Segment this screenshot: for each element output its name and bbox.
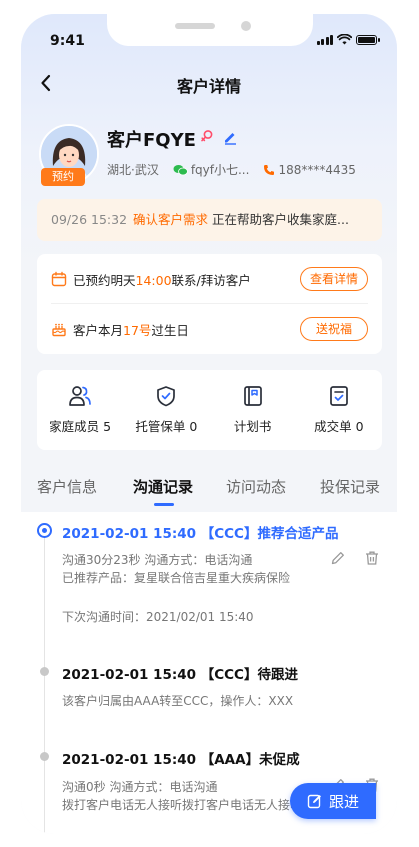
delete-icon[interactable]	[364, 550, 380, 566]
appointment-badge: 预约	[41, 168, 85, 186]
customer-wechat[interactable]: fqyf小七...	[191, 161, 250, 178]
reminder-birthday: 客户本月17号过生日 送祝福	[51, 304, 368, 354]
customer-name: 客户FQYE	[107, 130, 196, 151]
timeline-entry-title: 2021-02-01 15:40 【CCC】推荐合适产品	[62, 526, 339, 542]
phone-frame: 9:41 客户详情 预约 客户FQYE 湖北·武汉 fqyf小七... 188*…	[21, 14, 397, 834]
reminder-birthday-suffix: 过生日	[151, 322, 189, 338]
timeline-entry-detail: 该客户归属由AAA转至CCC，操作人：XXX	[62, 694, 294, 708]
tab-visits[interactable]: 访问动态	[226, 476, 286, 497]
quick-action-policies-label: 托管保单 0	[135, 419, 198, 434]
wifi-icon	[337, 34, 352, 45]
tab-active-indicator	[154, 503, 174, 506]
reminder-appointment-time: 14:00	[135, 272, 172, 288]
reminder-birthday-date: 17号	[123, 322, 152, 338]
nav-bar: 客户详情	[21, 68, 397, 100]
page-title: 客户详情	[176, 77, 241, 96]
timeline-entry-title: 2021-02-01 15:40 【CCC】待跟进	[62, 667, 298, 683]
timeline-entry-next-time: 下次沟通时间：2021/02/01 15:40	[62, 610, 254, 624]
quick-action-plan-label: 计划书	[233, 419, 272, 434]
customer-info-row: 湖北·武汉 fqyf小七... 188****4435	[107, 161, 382, 178]
reminder-appointment-text: 已预约明天	[73, 272, 136, 288]
quick-action-policies[interactable]: 托管保单 0	[123, 370, 209, 450]
reminder-appointment: 已预约明天14:00联系/拜访客户 查看详情	[51, 254, 368, 304]
edit-icon[interactable]	[222, 129, 238, 145]
customer-location: 湖北·武汉	[107, 163, 159, 177]
female-icon	[201, 130, 213, 142]
follow-up-label: 跟进	[328, 792, 359, 811]
tab-bar: 客户信息 沟通记录 访问动态 投保记录	[21, 466, 397, 512]
edit-icon[interactable]	[330, 550, 346, 566]
timeline-dot	[40, 752, 49, 761]
tab-insurance[interactable]: 投保记录	[320, 476, 380, 497]
reminder-card: 已预约明天14:00联系/拜访客户 查看详情 客户本月17号过生日 送祝福	[37, 254, 382, 354]
notice-action: 确认客户需求	[133, 212, 209, 227]
edit-note-icon	[307, 794, 321, 809]
family-icon	[69, 386, 91, 406]
book-icon	[243, 386, 262, 406]
cake-icon	[52, 323, 66, 337]
quick-actions: 家庭成员 5 托管保单 0 计划书 成交单 0	[37, 370, 382, 450]
tab-communication[interactable]: 沟通记录	[133, 476, 193, 497]
timeline-dot-active	[37, 523, 52, 538]
timeline-dot	[40, 667, 49, 676]
timeline-entry-note: 拨打客户电话无人接听拨打客户电话无人接听	[62, 798, 303, 812]
follow-up-button[interactable]: 跟进	[290, 783, 376, 819]
quick-action-orders-label: 成交单 0	[314, 419, 364, 434]
reminder-appointment-suffix: 联系/拜访客户	[171, 272, 251, 288]
notice-time: 09/26 15:32	[51, 212, 128, 227]
status-time: 9:41	[50, 33, 85, 49]
view-details-button[interactable]: 查看详情	[300, 267, 368, 291]
customer-profile: 预约 客户FQYE 湖北·武汉 fqyf小七... 188****4435	[37, 124, 382, 194]
notice-detail: 正在帮助客户收集家庭...	[212, 212, 349, 227]
timeline-entry-title: 2021-02-01 15:40 【AAA】未促成	[62, 752, 300, 768]
timeline-entry-detail: 沟通0秒 沟通方式：电话沟通	[62, 780, 218, 794]
quick-action-orders[interactable]: 成交单 0	[296, 370, 382, 450]
status-bar: 9:41	[21, 14, 397, 60]
battery-icon	[356, 34, 380, 45]
status-notice[interactable]: 09/26 15:32 确认客户需求 正在帮助客户收集家庭...	[37, 199, 382, 241]
device-notch	[107, 14, 313, 46]
signal-icon	[316, 34, 333, 45]
quick-action-plan[interactable]: 计划书	[210, 370, 296, 450]
quick-action-family[interactable]: 家庭成员 5	[37, 370, 123, 450]
timeline-entry-detail: 沟通30分23秒 沟通方式：电话沟通	[62, 553, 253, 567]
calendar-icon	[51, 271, 67, 287]
send-wishes-button[interactable]: 送祝福	[300, 317, 368, 341]
status-icons	[316, 34, 380, 45]
timeline-entry-products: 已推荐产品：复星联合倍吉星重大疾病保险	[62, 571, 291, 585]
shield-icon	[157, 386, 176, 407]
timeline-line	[44, 530, 45, 834]
customer-phone[interactable]: 188****4435	[278, 163, 355, 177]
order-icon	[330, 386, 348, 406]
phone-icon	[264, 164, 275, 175]
wechat-icon	[173, 164, 188, 175]
reminder-birthday-text: 客户本月	[73, 322, 124, 338]
quick-action-family-label: 家庭成员 5	[49, 419, 112, 434]
tab-customer-info[interactable]: 客户信息	[37, 476, 97, 497]
